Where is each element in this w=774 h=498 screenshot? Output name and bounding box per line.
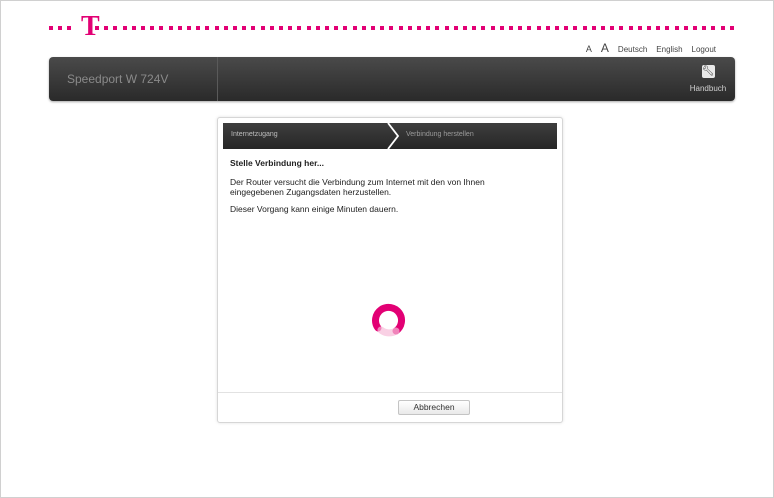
cancel-button[interactable]: Abbrechen: [398, 400, 470, 415]
logo-dot: [564, 26, 568, 30]
step-internet-access: Internetzugang: [231, 131, 278, 138]
logo-dot: [721, 26, 725, 30]
logo-dot: [196, 26, 200, 30]
logo-dot: [399, 26, 403, 30]
manual-button[interactable]: 🔧︎ Handbuch: [685, 65, 731, 93]
logo-dot: [702, 26, 706, 30]
logo-dot: [150, 26, 154, 30]
logo-dot: [141, 26, 145, 30]
logo-dot: [435, 26, 439, 30]
content-description: Der Router versucht die Verbindung zum I…: [230, 177, 485, 197]
logo-dot: [362, 26, 366, 30]
logo-dot: [583, 26, 587, 30]
logo-dot: [123, 26, 127, 30]
logo-dot: [224, 26, 228, 30]
logo-dot: [601, 26, 605, 30]
logo-dot: [546, 26, 550, 30]
logo-dot: [334, 26, 338, 30]
manual-label: Handbuch: [689, 84, 727, 93]
logo-dot: [656, 26, 660, 30]
logo-dot: [619, 26, 623, 30]
logo-dot: [132, 26, 136, 30]
logo-dot: [629, 26, 633, 30]
logo-dot: [711, 26, 715, 30]
wrench-icon: 🔧︎: [701, 65, 715, 78]
logo-dot: [279, 26, 283, 30]
logo-dot: [509, 26, 513, 30]
logo-dot: [343, 26, 347, 30]
logout-link[interactable]: Logout: [692, 45, 716, 54]
logo-dot: [454, 26, 458, 30]
logo-dot: [297, 26, 301, 30]
logo-dot: [610, 26, 614, 30]
step-separator-chevron-icon: [387, 123, 400, 149]
loading-spinner-icon: [372, 303, 405, 337]
logo-dot: [178, 26, 182, 30]
logo-dot: [537, 26, 541, 30]
logo-dot: [500, 26, 504, 30]
logo-dot: [307, 26, 311, 30]
logo-dot: [491, 26, 495, 30]
content-title: Stelle Verbindung her...: [230, 158, 324, 168]
logo-dot: [573, 26, 577, 30]
logo-dot: [389, 26, 393, 30]
logo-dot: [647, 26, 651, 30]
logo-dot: [417, 26, 421, 30]
logo-dot: [233, 26, 237, 30]
logo-dot: [58, 26, 62, 30]
logo-dot: [527, 26, 531, 30]
logo-dot: [408, 26, 412, 30]
header-divider: [217, 57, 218, 101]
logo-dot: [187, 26, 191, 30]
logo-dot: [159, 26, 163, 30]
logo-dot: [665, 26, 669, 30]
logo-dot: [675, 26, 679, 30]
step-establish-connection: Verbindung herstellen: [406, 131, 474, 138]
logo-dot: [426, 26, 430, 30]
font-size-large-button[interactable]: A: [601, 41, 609, 55]
logo-dot: [353, 26, 357, 30]
logo-dot: [325, 26, 329, 30]
logo-dot: [481, 26, 485, 30]
logo-dot: [242, 26, 246, 30]
header-bar: Speedport W 724V 🔧︎ Handbuch: [49, 57, 735, 101]
logo-dot: [518, 26, 522, 30]
logo-dot: [215, 26, 219, 30]
content-duration-note: Dieser Vorgang kann einige Minuten dauer…: [230, 204, 399, 214]
font-size-small-button[interactable]: A: [586, 44, 592, 54]
logo-dot: [555, 26, 559, 30]
language-english-link[interactable]: English: [656, 45, 682, 54]
logo-dot: [104, 26, 108, 30]
logo-dot: [205, 26, 209, 30]
device-name: Speedport W 724V: [67, 72, 169, 86]
logo-dot: [261, 26, 265, 30]
logo-dot: [463, 26, 467, 30]
logo-dot: [693, 26, 697, 30]
logo-dot: [592, 26, 596, 30]
logo-dot: [67, 26, 71, 30]
logo-dot: [251, 26, 255, 30]
language-german-link[interactable]: Deutsch: [618, 45, 647, 54]
wizard-steps: Internetzugang Verbindung herstellen: [223, 123, 557, 149]
logo-dot: [95, 26, 99, 30]
logo-dot: [684, 26, 688, 30]
logo-dot: [316, 26, 320, 30]
logo-dot: [445, 26, 449, 30]
logo-dot: [288, 26, 292, 30]
logo-dot: [113, 26, 117, 30]
telekom-logo-row: T: [49, 13, 739, 41]
top-navigation: A A Deutsch English Logout: [586, 41, 716, 55]
logo-dot: [49, 26, 53, 30]
logo-dot: [730, 26, 734, 30]
logo-dot: [270, 26, 274, 30]
connection-panel: Internetzugang Verbindung herstellen Ste…: [217, 117, 563, 423]
logo-dot: [169, 26, 173, 30]
logo-dot: [371, 26, 375, 30]
logo-dot: [638, 26, 642, 30]
logo-dot: [380, 26, 384, 30]
panel-footer: Abbrechen: [218, 392, 562, 423]
logo-dot: [472, 26, 476, 30]
